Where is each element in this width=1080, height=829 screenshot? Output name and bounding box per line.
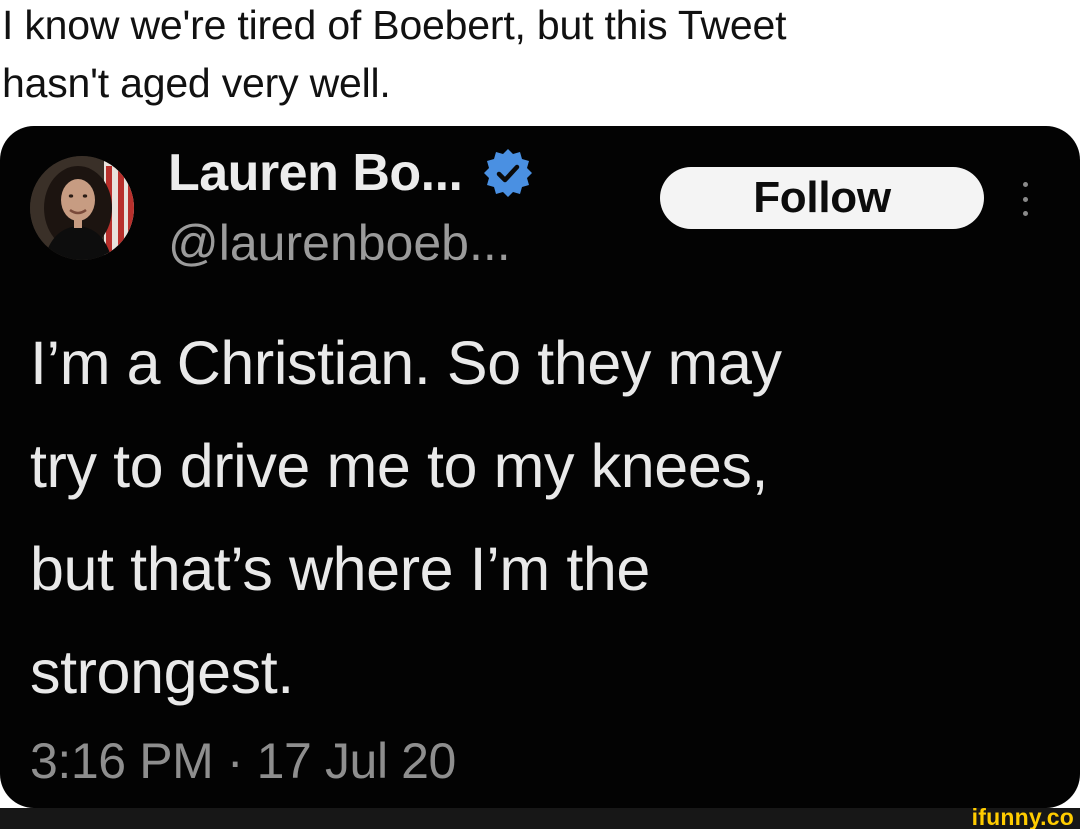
footer-bar <box>0 808 1080 829</box>
ifunny-watermark: ifunny.co <box>971 804 1074 829</box>
author-name[interactable]: Lauren Bo... <box>168 143 463 203</box>
caption-line-1: I know we're tired of Boebert, but this … <box>2 2 787 48</box>
meme-page: I know we're tired of Boebert, but this … <box>0 0 1080 829</box>
avatar-image <box>30 156 134 260</box>
author-handle[interactable]: @laurenboeb... <box>168 214 511 272</box>
tweet-text: I’m a Christian. So they may try to driv… <box>30 329 782 706</box>
more-vertical-icon[interactable] <box>1018 182 1032 216</box>
caption-line-2: hasn't aged very well. <box>2 60 391 106</box>
follow-button[interactable]: Follow <box>660 167 984 229</box>
meme-caption: I know we're tired of Boebert, but this … <box>2 0 1062 112</box>
verified-badge-icon <box>484 149 533 197</box>
tweet-card: Lauren Bo... @laurenboeb... Follow I’m a… <box>0 126 1080 808</box>
author-name-row: Lauren Bo... <box>168 138 534 208</box>
tweet-timestamp[interactable]: 3:16 PM · 17 Jul 20 <box>30 732 456 790</box>
avatar[interactable] <box>30 156 134 260</box>
